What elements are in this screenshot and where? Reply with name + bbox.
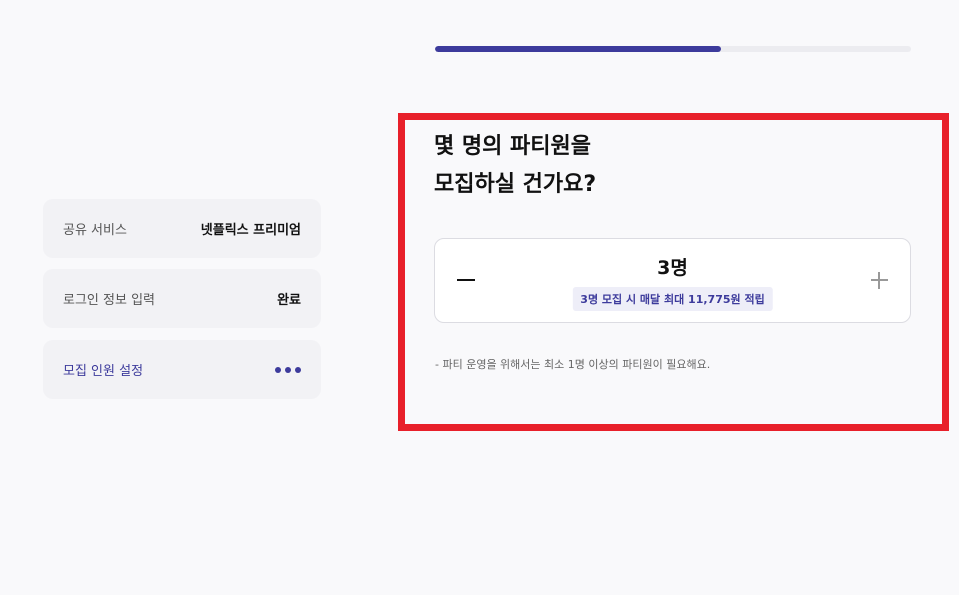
title-line-2: 모집하실 건가요? bbox=[434, 172, 597, 197]
page-title: 몇 명의 파티원을 모집하실 건가요? bbox=[434, 128, 904, 204]
more-dots-icon bbox=[275, 366, 301, 373]
summary-item-label: 공유 서비스 bbox=[63, 223, 127, 238]
plus-icon[interactable] bbox=[866, 265, 892, 295]
member-count: 3명 bbox=[657, 257, 688, 279]
title-line-1: 몇 명의 파티원을 bbox=[434, 134, 591, 159]
progress-fill bbox=[435, 46, 721, 52]
progress-bar bbox=[435, 46, 911, 52]
summary-item-value: 넷플릭스 프리미엄 bbox=[200, 223, 301, 238]
page: 공유 서비스 넷플릭스 프리미엄 로그인 정보 입력 완료 모집 인원 설정 몇… bbox=[0, 0, 959, 595]
notice-text: - 파티 운영을 위해서는 최소 1명 이상의 파티원이 필요해요. bbox=[435, 358, 711, 371]
summary-item-value: 완료 bbox=[277, 293, 301, 308]
summary-item-service[interactable]: 공유 서비스 넷플릭스 프리미엄 bbox=[43, 199, 321, 258]
summary-item-recruit[interactable]: 모집 인원 설정 bbox=[43, 340, 321, 399]
quantity-stepper: 3명 3명 모집 시 매달 최대 11,775원 적립 bbox=[434, 238, 911, 323]
summary-item-label: 모집 인원 설정 bbox=[63, 364, 144, 379]
reward-badge: 3명 모집 시 매달 최대 11,775원 적립 bbox=[572, 287, 773, 311]
summary-item-login[interactable]: 로그인 정보 입력 완료 bbox=[43, 269, 321, 328]
summary-item-label: 로그인 정보 입력 bbox=[63, 293, 155, 308]
